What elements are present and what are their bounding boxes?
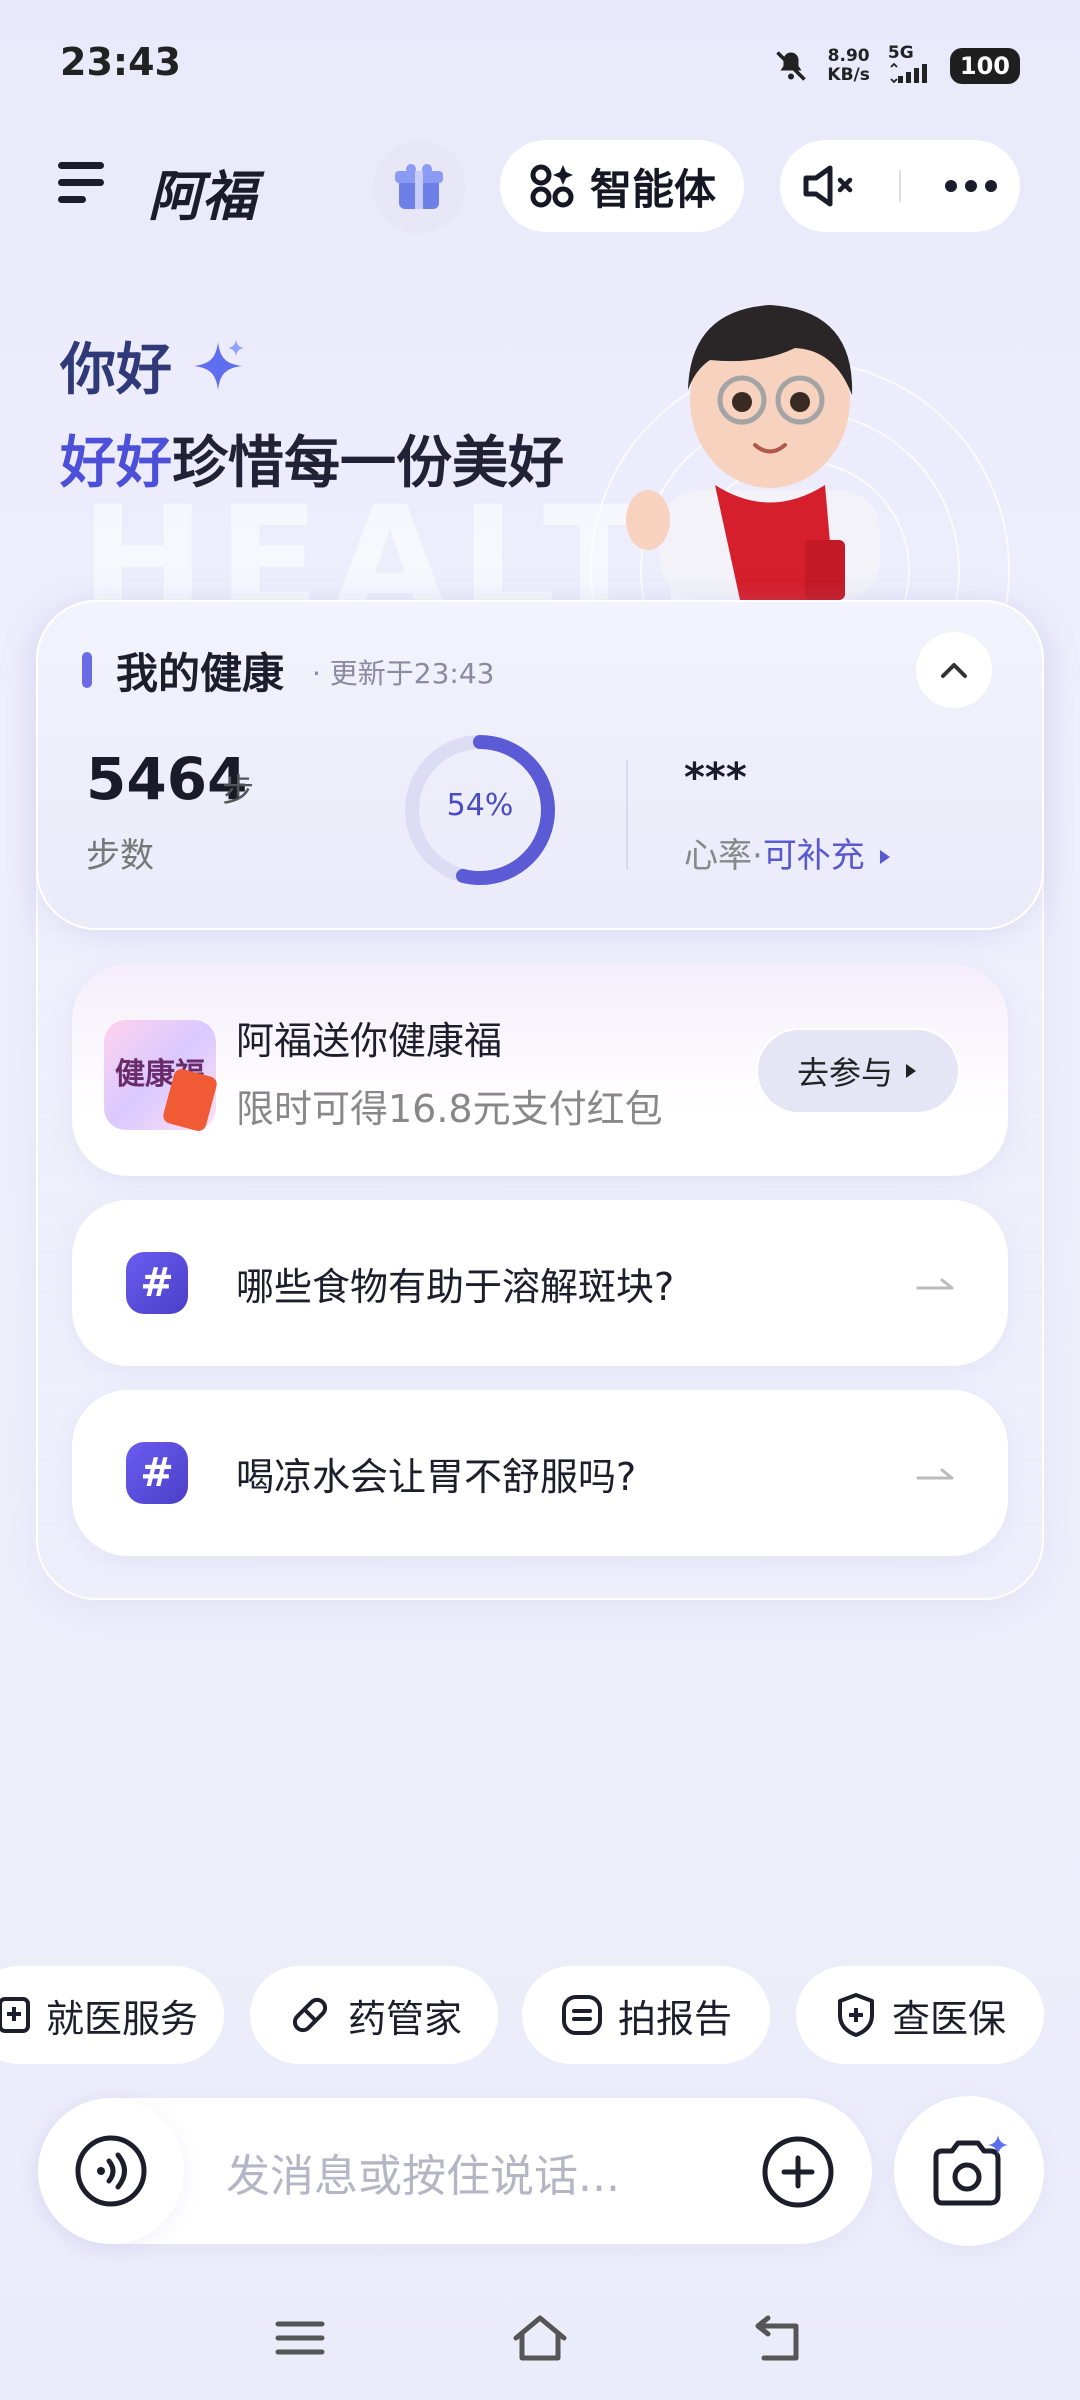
network-indicator: 5G bbox=[888, 44, 932, 88]
chip-medicine-manager[interactable]: 药管家 bbox=[250, 1966, 498, 2064]
health-updated-time: · 更新于23:43 bbox=[312, 657, 495, 690]
net-speed: 8.90 KB/s bbox=[827, 47, 869, 85]
chip-photo-report[interactable]: 拍报告 bbox=[522, 1966, 770, 2064]
chip-medical-insurance[interactable]: 查医保 bbox=[796, 1966, 1044, 2064]
agent-icon bbox=[530, 164, 574, 208]
voice-button[interactable] bbox=[38, 2098, 184, 2244]
play-arrow-icon bbox=[879, 850, 890, 864]
steps-label: 步数 bbox=[86, 836, 154, 876]
chip-label: 药管家 bbox=[347, 1996, 462, 2041]
heart-rate-label-text: 心率· bbox=[684, 836, 763, 876]
net-speed-unit: KB/s bbox=[827, 65, 870, 85]
promo-join-label: 去参与 bbox=[796, 1054, 893, 1092]
chip-label: 查医保 bbox=[891, 1996, 1006, 2041]
agent-button[interactable]: 智能体 bbox=[500, 140, 744, 232]
play-arrow-icon bbox=[906, 1064, 916, 1078]
chip-label: 拍报告 bbox=[617, 1996, 732, 2041]
heart-rate-value: *** bbox=[684, 755, 747, 801]
promo-subtitle: 限时可得16.8元支付红包 bbox=[236, 1087, 663, 1131]
promo-join-button[interactable]: 去参与 bbox=[756, 1028, 960, 1114]
arrow-right-icon bbox=[916, 1468, 954, 1480]
health-title: 我的健康 bbox=[116, 649, 285, 698]
camera-button[interactable] bbox=[894, 2096, 1044, 2246]
nav-back-icon[interactable] bbox=[750, 2308, 810, 2368]
battery-indicator: 100 bbox=[949, 48, 1020, 84]
sparkle-icon bbox=[194, 339, 244, 390]
status-time: 23:43 bbox=[60, 40, 181, 84]
gift-icon bbox=[395, 164, 443, 209]
add-icon[interactable] bbox=[760, 2134, 836, 2210]
gift-button[interactable] bbox=[372, 140, 466, 234]
speaker-mute-icon[interactable] bbox=[802, 164, 856, 208]
app-title: 阿福 bbox=[148, 165, 256, 228]
health-divider bbox=[626, 760, 628, 870]
menu-icon[interactable] bbox=[58, 160, 108, 206]
heart-rate-add-link[interactable]: 可补充 bbox=[763, 836, 865, 876]
shield-plus-icon bbox=[837, 1993, 874, 2037]
greeting-line1: 你好 bbox=[60, 338, 172, 403]
mute-bell-icon bbox=[776, 51, 807, 81]
question-text: 哪些食物有助于溶解斑块? bbox=[236, 1265, 675, 1309]
control-pill bbox=[780, 140, 1020, 232]
steps-unit: 步 bbox=[222, 771, 255, 809]
chip-label: 就医服务 bbox=[45, 1996, 198, 2041]
agent-label: 智能体 bbox=[589, 164, 716, 214]
greeting-subtitle: 好好珍惜每一份美好 bbox=[60, 418, 564, 499]
hashtag-icon: # bbox=[126, 1442, 188, 1504]
hospital-icon bbox=[0, 1997, 30, 2033]
net-speed-value: 8.90 bbox=[827, 46, 870, 66]
nav-menu-icon[interactable] bbox=[270, 2308, 330, 2368]
status-icons: 8.90 KB/s 5G 100 bbox=[773, 44, 1020, 88]
report-icon bbox=[561, 1995, 602, 2035]
greeting-accent: 好好 bbox=[60, 431, 172, 496]
health-title-accent bbox=[82, 652, 92, 688]
message-input[interactable]: 发消息或按住说话... bbox=[226, 2140, 620, 2204]
greeting-rest: 珍惜每一份美好 bbox=[172, 431, 564, 496]
chevron-up-icon bbox=[941, 663, 967, 678]
heart-rate-label[interactable]: 心率·可补充 bbox=[684, 828, 894, 877]
arrow-right-icon bbox=[916, 1278, 954, 1290]
signal-icon bbox=[890, 62, 927, 84]
chip-hospital-service[interactable]: 就医服务 bbox=[0, 1966, 224, 2064]
camera-icon bbox=[933, 2135, 1008, 2206]
collapse-button[interactable] bbox=[916, 632, 992, 708]
promo-title: 阿福送你健康福 bbox=[236, 1019, 503, 1063]
greeting-title: 你好 bbox=[60, 325, 246, 406]
control-divider bbox=[898, 170, 901, 202]
voice-wave-icon bbox=[75, 2135, 147, 2207]
network-type: 5G bbox=[887, 43, 914, 63]
more-icon[interactable] bbox=[944, 179, 998, 193]
mascot-illustration bbox=[626, 305, 880, 600]
pill-icon bbox=[292, 1997, 328, 2033]
nav-home-icon[interactable] bbox=[510, 2308, 570, 2368]
hashtag-icon: # bbox=[126, 1252, 188, 1314]
question-text: 喝凉水会让胃不舒服吗? bbox=[236, 1455, 637, 1499]
steps-progress-text: 54% bbox=[446, 788, 514, 823]
